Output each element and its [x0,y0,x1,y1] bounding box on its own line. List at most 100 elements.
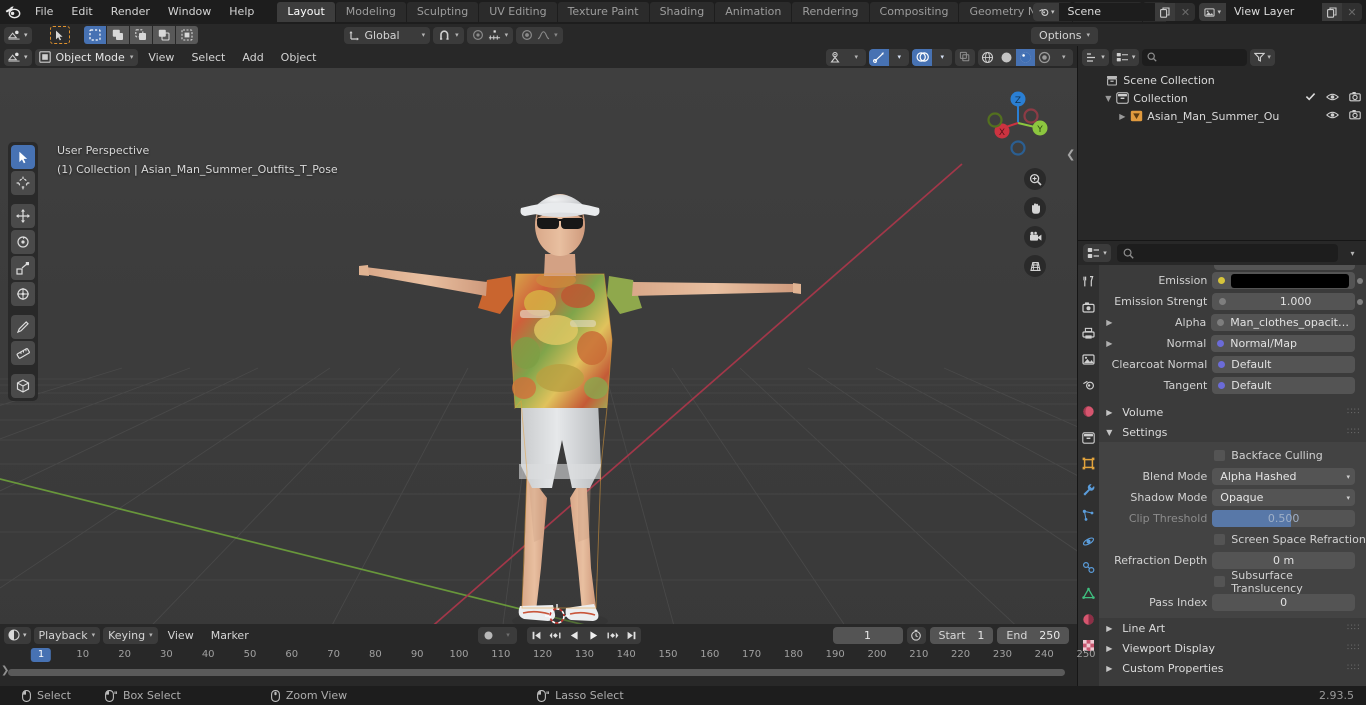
viewport-menu-add[interactable]: Add [235,49,270,66]
prev-keyframe-icon[interactable] [546,627,565,644]
workspace-tab-texture-paint[interactable]: Texture Paint [557,2,649,22]
workspace-tab-animation[interactable]: Animation [715,2,792,22]
properties-editor-type[interactable]: ▾ [1083,244,1111,262]
editor-type-selector[interactable]: ▾ [4,26,32,44]
rendered-shading-icon[interactable] [1035,49,1054,66]
extend-select-icon[interactable] [106,26,129,44]
panel-header-line-art[interactable]: ▶ Line Art ∷∷ [1099,618,1366,638]
next-keyframe-icon[interactable] [603,627,622,644]
current-frame-field[interactable]: 1 [832,626,903,644]
transform-orientation-selector[interactable]: Global ▾ [343,26,431,44]
alpha-link-field[interactable]: Man_clothes_opacit… [1211,314,1355,331]
outliner-row-scene-collection[interactable]: Scene Collection [1078,71,1366,89]
zoom-icon[interactable] [1024,168,1047,190]
object-mode-selector[interactable]: Object Mode ▾ [34,48,139,66]
intersect-select-icon[interactable] [175,26,198,44]
menu-window[interactable]: Window [159,3,220,21]
blender-logo-icon[interactable] [0,0,26,24]
view-layer-icon[interactable]: ▾ [1199,3,1226,21]
clip-threshold-slider[interactable]: 0.500 [1212,510,1355,527]
subtract-select-icon[interactable] [129,26,152,44]
gizmo-group[interactable]: ▾ [869,48,910,66]
3d-viewport[interactable]: User Perspective (1) Collection | Asian_… [0,68,1078,624]
view-layer-name[interactable]: View Layer [1226,3,1322,21]
perspective-ortho-icon[interactable] [1024,255,1047,277]
clearcoat-normal-link-field[interactable]: Default [1212,356,1355,373]
disable-in-renders-camera-icon[interactable] [1349,91,1361,105]
emission-animate-dot[interactable] [1357,278,1363,284]
outliner-display-mode[interactable]: ▾ [1111,48,1140,66]
normal-link-field[interactable]: Normal/Map [1211,335,1355,352]
play-icon[interactable] [584,627,603,644]
timeline-playhead[interactable]: 1 [30,648,52,662]
workspace-tab-sculpting[interactable]: Sculpting [406,2,479,22]
timeline-editor-type[interactable]: ▾ [4,626,31,644]
tab-render[interactable] [1080,299,1098,316]
hide-in-viewport-eye-icon[interactable] [1325,110,1340,123]
frame-range-end[interactable]: End 250 [997,626,1070,644]
overlays-dropdown-icon[interactable]: ▾ [932,49,952,66]
refraction-depth-field[interactable]: 0 m [1212,552,1355,569]
workspace-tab-layout[interactable]: Layout [277,2,335,22]
viewport-menu-select[interactable]: Select [184,49,232,66]
outliner-tree[interactable]: Scene Collection ▼ Collection ▶ Asian_Ma… [1078,68,1366,240]
tab-output[interactable] [1080,325,1098,342]
object-visibility-dropdown-icon[interactable]: ▾ [846,49,866,66]
jump-end-icon[interactable] [622,627,641,644]
viewport-menu-view[interactable]: View [141,49,181,66]
disclosure-right-icon[interactable]: ▶ [1116,112,1128,121]
viewport-shading-group[interactable]: ▾ [978,48,1074,66]
active-tool-icon[interactable] [49,26,70,44]
tweak-tool-button[interactable] [11,145,35,169]
scene-icon[interactable]: ▾ [1032,3,1060,21]
frame-range-start[interactable]: Start 1 [929,626,994,644]
xray-icon[interactable] [955,49,975,66]
tab-collection[interactable] [1080,429,1098,446]
view-layer-selector[interactable]: ▾ View Layer ✕ [1199,3,1362,21]
new-view-layer-icon[interactable] [1322,3,1342,21]
move-tool-button[interactable] [11,204,35,228]
menu-help[interactable]: Help [220,3,263,21]
tab-world[interactable] [1080,403,1098,420]
panel-header-viewport-display[interactable]: ▶ Viewport Display ∷∷ [1099,638,1366,658]
properties-options-chevron-down-icon[interactable]: ▾ [1344,244,1361,262]
options-button[interactable]: Options ▾ [1031,26,1098,44]
normal-expand-icon[interactable]: ▶ [1103,339,1115,348]
scale-tool-button[interactable] [11,256,35,280]
sidebar-toggle-chevron-left-icon[interactable]: ❮ [1066,148,1075,161]
unlink-scene-icon[interactable]: ✕ [1175,3,1196,21]
viewport-menu-object[interactable]: Object [274,49,324,66]
tab-particles[interactable] [1080,507,1098,524]
tab-object[interactable] [1080,455,1098,472]
record-dot-icon[interactable] [478,627,499,644]
shadow-mode-select[interactable]: Opaque ▾ [1212,489,1355,506]
alpha-expand-icon[interactable]: ▶ [1103,318,1115,327]
timeline-horizontal-scrollbar[interactable] [8,669,1066,676]
tangent-link-field[interactable]: Default [1212,377,1355,394]
panel-header-custom-properties[interactable]: ▶ Custom Properties ∷∷ [1099,658,1366,678]
backface-culling-checkbox[interactable] [1214,450,1226,461]
gizmo-dropdown-icon[interactable]: ▾ [889,49,909,66]
navigation-gizmo[interactable]: Z Y X [981,86,1055,160]
end-value[interactable]: 250 [1027,629,1069,642]
wireframe-shading-icon[interactable] [978,49,997,66]
timeline-menu-playback[interactable]: Playback ▾ [33,626,101,644]
measure-tool-button[interactable] [11,341,35,365]
proportional-editing-selector[interactable]: ▾ [466,26,514,44]
scene-selector[interactable]: ▾ Scene ✕ [1032,3,1196,21]
workspace-tab-shading[interactable]: Shading [649,2,715,22]
rotate-tool-button[interactable] [11,230,35,254]
cursor-tool-button[interactable] [11,171,35,195]
subsurface-translucency-checkbox[interactable] [1214,576,1226,587]
tab-physics[interactable] [1080,533,1098,550]
panel-header-settings[interactable]: ▼ Settings ∷∷ [1099,422,1366,442]
transform-tool-button[interactable] [11,282,35,306]
emission-color-field[interactable] [1212,272,1355,289]
workspace-tab-compositing[interactable]: Compositing [869,2,959,22]
tab-constraints[interactable] [1080,559,1098,576]
xray-toggle-icon[interactable] [955,48,976,66]
disable-in-renders-camera-icon[interactable] [1349,109,1361,123]
overlays-group[interactable]: ▾ [912,48,953,66]
scene-name[interactable]: Scene [1059,3,1156,21]
panel-header-volume[interactable]: ▶ Volume ∷∷ [1099,402,1366,422]
